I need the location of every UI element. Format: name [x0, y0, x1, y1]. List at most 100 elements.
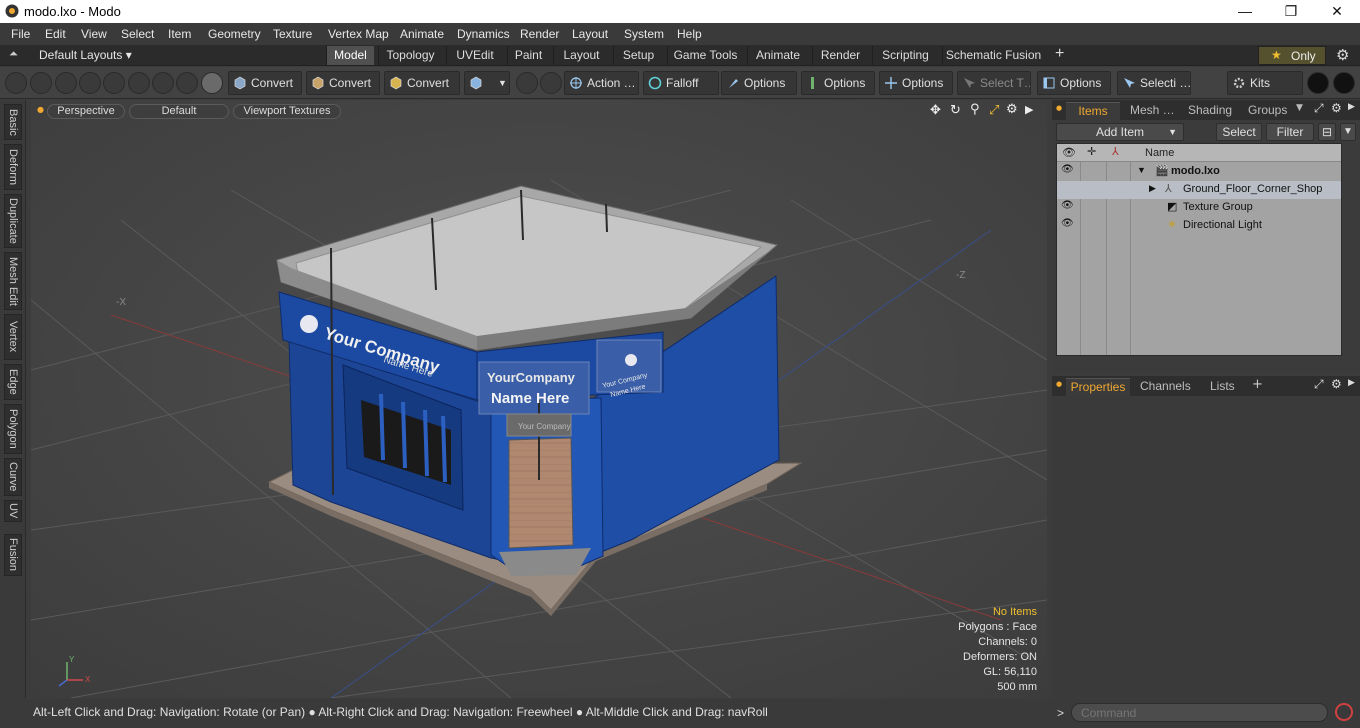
- type-column-icon[interactable]: ⅄: [1112, 145, 1119, 158]
- menu-edit[interactable]: Edit: [45, 27, 66, 41]
- tab-edge[interactable]: Edge: [4, 364, 22, 400]
- viewport-menu-dot-icon[interactable]: ●: [37, 105, 44, 114]
- menu-help[interactable]: Help: [677, 27, 702, 41]
- tab-shading[interactable]: Shading: [1188, 102, 1238, 120]
- menu-texture[interactable]: Texture: [273, 27, 312, 41]
- tab-polygon[interactable]: Polygon: [4, 404, 22, 454]
- expand-arrow-icon[interactable]: ▼: [1137, 165, 1146, 175]
- visibility-column-eye-icon[interactable]: 👁: [1062, 146, 1076, 159]
- solid-mode-icon[interactable]: [201, 72, 223, 94]
- name-column-header[interactable]: Name: [1145, 147, 1174, 159]
- panel-menu-dot-icon[interactable]: ●: [1056, 104, 1062, 112]
- rotate-icon[interactable]: ↻: [950, 103, 961, 118]
- selection-sets-button[interactable]: Selecti …: [1117, 71, 1191, 95]
- zoom-icon[interactable]: ⚲: [970, 102, 980, 117]
- unreal-icon[interactable]: [1333, 72, 1355, 94]
- tab-model[interactable]: Model: [326, 46, 374, 65]
- tree-row-mesh[interactable]: ▶ ⅄ Ground_Floor_Corner_Shop: [1057, 181, 1341, 199]
- select-items-icon[interactable]: [79, 72, 101, 94]
- add-item-button[interactable]: Add Item ▼: [1056, 123, 1184, 141]
- add-tab-button[interactable]: +: [1252, 377, 1263, 392]
- tab-channels[interactable]: Channels: [1140, 378, 1196, 396]
- lock-column-icon[interactable]: ✛: [1087, 145, 1096, 158]
- options-button-2[interactable]: Options: [801, 71, 875, 95]
- tree-row-scene[interactable]: 👁 ▼ 🎬 modo.lxo: [1057, 163, 1341, 181]
- tab-groups[interactable]: Groups: [1248, 102, 1294, 120]
- pan-icon[interactable]: ✥: [930, 103, 941, 118]
- shading-style-button[interactable]: Default: [129, 104, 229, 119]
- select-materials-icon[interactable]: [103, 72, 125, 94]
- filter-funnel-icon[interactable]: ▼: [1340, 123, 1356, 141]
- tab-scripting[interactable]: Scripting: [872, 46, 938, 65]
- menu-animate[interactable]: Animate: [400, 27, 444, 41]
- panel-more-icon[interactable]: ▶: [1348, 378, 1355, 388]
- filter-button[interactable]: Filter: [1266, 123, 1314, 141]
- tab-mesh-edit[interactable]: Mesh Edit: [4, 252, 22, 310]
- perspective-button[interactable]: Perspective: [47, 104, 125, 119]
- convert-button-3[interactable]: Convert: [384, 71, 460, 95]
- tab-topology[interactable]: Topology: [378, 46, 442, 65]
- falloff-button[interactable]: Falloff: [643, 71, 719, 95]
- menu-layout[interactable]: Layout: [572, 27, 608, 41]
- tab-schematic-fusion[interactable]: Schematic Fusion: [942, 46, 1044, 65]
- kits-button[interactable]: Kits: [1227, 71, 1303, 95]
- viewport-expand-icon[interactable]: ▶: [1025, 103, 1033, 116]
- tab-mesh[interactable]: Mesh …: [1130, 102, 1180, 120]
- tab-render[interactable]: Render: [812, 46, 868, 65]
- tab-deform[interactable]: Deform: [4, 144, 22, 190]
- visibility-eye-icon[interactable]: 👁: [1061, 164, 1074, 175]
- select-edges-icon[interactable]: [30, 72, 52, 94]
- expand-panel-icon[interactable]: ⤢: [1314, 377, 1324, 392]
- panel-settings-icon[interactable]: ⚙: [1331, 101, 1342, 115]
- tab-lists[interactable]: Lists: [1210, 378, 1250, 396]
- layout-selector[interactable]: Default Layouts ▾: [39, 48, 132, 62]
- 3d-viewport[interactable]: -X -Z Your Company Name Here YourCompany…: [31, 100, 1047, 698]
- tab-items[interactable]: Items: [1066, 102, 1120, 120]
- select-pivot-icon[interactable]: [128, 72, 150, 94]
- menu-select[interactable]: Select: [121, 27, 154, 41]
- only-toggle[interactable]: ★ Only: [1258, 46, 1326, 65]
- tab-duplicate[interactable]: Duplicate: [4, 194, 22, 248]
- panel-more-icon[interactable]: ▶: [1348, 102, 1355, 112]
- select-center-icon[interactable]: [152, 72, 174, 94]
- add-layout-tab-button[interactable]: +: [1055, 45, 1064, 63]
- select-button[interactable]: Select: [1216, 123, 1262, 141]
- tab-properties[interactable]: Properties: [1066, 378, 1130, 396]
- record-macro-icon[interactable]: [1335, 703, 1353, 721]
- snapping-icon[interactable]: [540, 72, 562, 94]
- primitive-dropdown[interactable]: ▼: [464, 71, 510, 95]
- layout-collapse-icon[interactable]: ⏶: [9, 48, 18, 61]
- minimize-button[interactable]: —: [1222, 0, 1268, 23]
- panel-menu-dot-icon[interactable]: ●: [1056, 380, 1062, 388]
- tab-fusion[interactable]: Fusion: [4, 534, 22, 576]
- tab-curve[interactable]: Curve: [4, 458, 22, 496]
- menu-item[interactable]: Item: [168, 27, 191, 41]
- tab-animate[interactable]: Animate: [747, 46, 808, 65]
- expand-panel-icon[interactable]: ⤢: [1314, 101, 1324, 116]
- menu-file[interactable]: File: [11, 27, 30, 41]
- tab-basic[interactable]: Basic: [4, 104, 22, 140]
- close-button[interactable]: ✕: [1314, 0, 1360, 23]
- tab-uvedit[interactable]: UVEdit: [446, 46, 503, 65]
- action-center-button[interactable]: Action …: [564, 71, 639, 95]
- select-polygons-icon[interactable]: [55, 72, 77, 94]
- unity-icon[interactable]: [1307, 72, 1329, 94]
- maximize-button[interactable]: ❐: [1268, 0, 1314, 23]
- tab-vertex[interactable]: Vertex: [4, 314, 22, 360]
- tab-game-tools[interactable]: Game Tools: [667, 46, 743, 65]
- options-button-4[interactable]: Options: [1037, 71, 1111, 95]
- tab-layout[interactable]: Layout: [553, 46, 609, 65]
- fit-icon[interactable]: ⤢: [989, 103, 999, 118]
- expand-arrow-icon[interactable]: ▶: [1149, 183, 1156, 194]
- menu-dynamics[interactable]: Dynamics: [457, 27, 510, 41]
- menu-system[interactable]: System: [624, 27, 664, 41]
- menu-geometry[interactable]: Geometry: [208, 27, 261, 41]
- select-vertices-icon[interactable]: [5, 72, 27, 94]
- symmetry-icon[interactable]: [516, 72, 538, 94]
- menu-view[interactable]: View: [81, 27, 107, 41]
- tree-row-light[interactable]: 👁 ☀ Directional Light: [1057, 217, 1341, 235]
- command-input[interactable]: [1071, 703, 1328, 722]
- menu-vertex-map[interactable]: Vertex Map: [328, 27, 389, 41]
- tab-paint[interactable]: Paint: [507, 46, 549, 65]
- visibility-eye-icon[interactable]: 👁: [1061, 200, 1074, 211]
